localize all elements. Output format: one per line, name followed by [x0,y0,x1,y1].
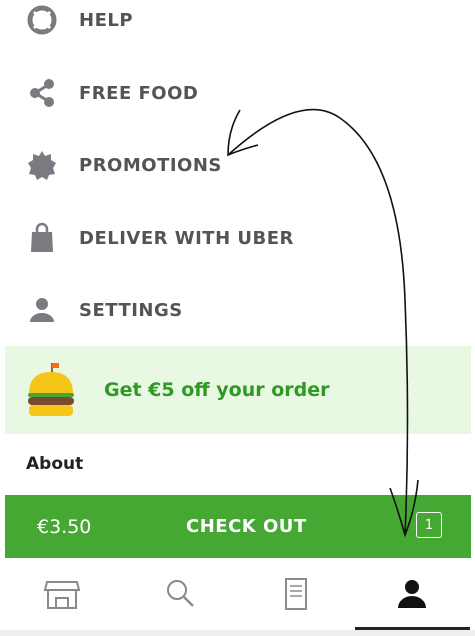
promo-text: Get €5 off your order [104,379,330,401]
menu-item-settings[interactable]: SETTINGS [0,280,475,340]
menu-item-label: SETTINGS [79,299,183,321]
tab-orders[interactable] [246,560,346,632]
menu-item-label: FREE FOOD [79,82,199,104]
burger-icon [25,360,77,422]
bottom-tab-bar [0,560,475,632]
badge-icon [26,149,58,181]
store-icon [42,574,82,618]
menu-item-deliver-with-uber[interactable]: DELIVER WITH UBER [0,208,475,268]
tab-account[interactable] [362,560,462,632]
menu-item-label: PROMOTIONS [79,154,222,176]
menu-item-label: HELP [79,9,134,31]
cart-count-badge: 1 [416,512,442,538]
about-link[interactable]: About [26,454,83,474]
lifebuoy-icon [26,4,58,36]
checkout-button[interactable]: CHECK OUT [186,516,307,537]
promo-banner[interactable]: Get €5 off your order [5,346,471,434]
cart-total: €3.50 [37,516,92,538]
bag-icon [26,222,58,254]
menu-item-label: DELIVER WITH UBER [79,227,294,249]
tab-search[interactable] [130,560,230,632]
checkout-bar[interactable]: €3.50 CHECK OUT 1 [5,495,471,558]
tab-home[interactable] [12,560,112,632]
menu-item-help[interactable]: HELP [0,0,475,50]
menu-item-free-food[interactable]: FREE FOOD [0,63,475,123]
share-icon [26,77,58,109]
receipt-icon [276,574,316,618]
person-icon [26,294,58,326]
menu-item-promotions[interactable]: PROMOTIONS [0,135,475,195]
bottom-strip [0,630,475,636]
search-icon [160,574,200,618]
account-icon [392,574,432,618]
